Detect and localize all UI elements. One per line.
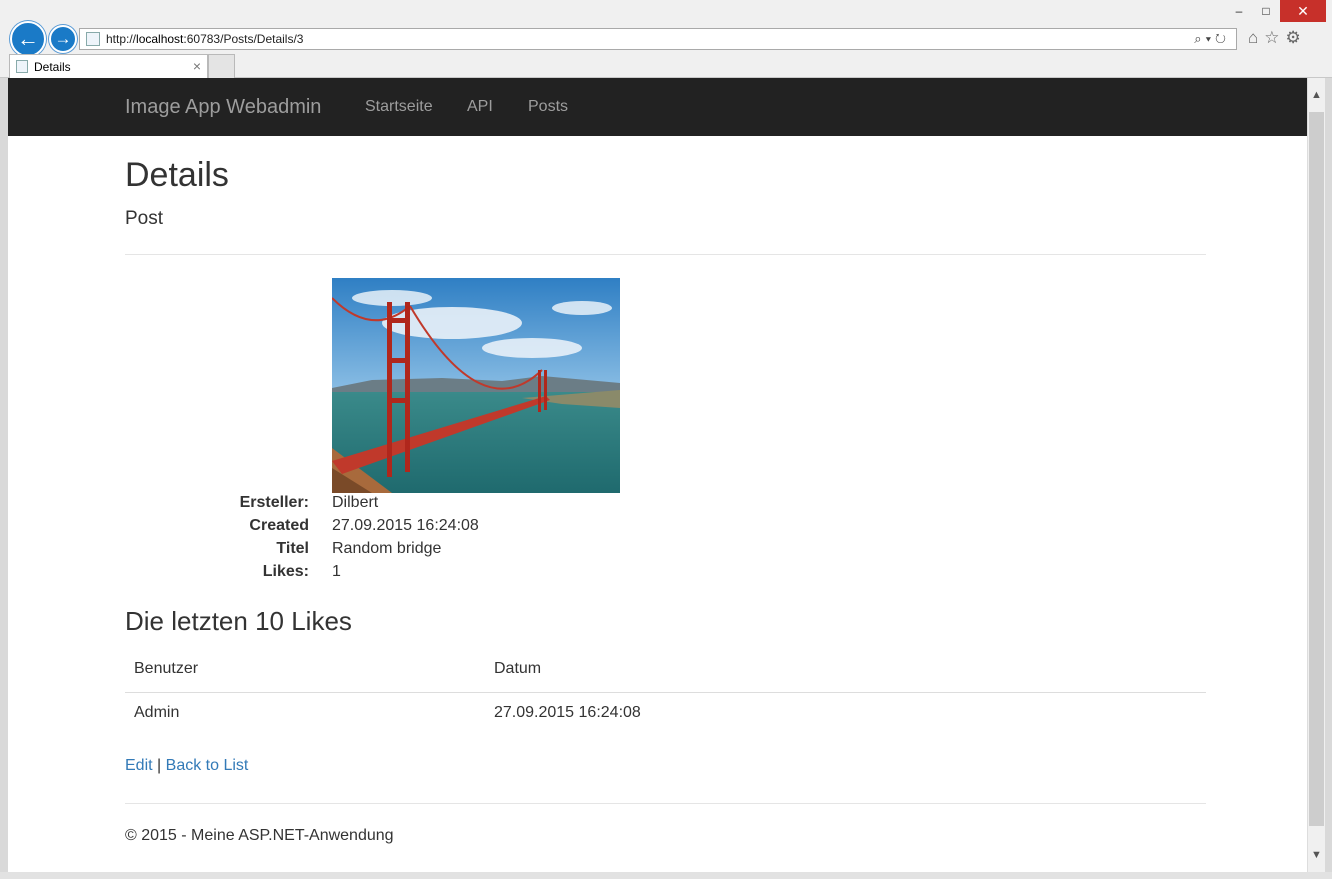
action-links: Edit | Back to List	[125, 757, 248, 775]
detail-value: 1	[332, 563, 341, 580]
close-window-button[interactable]: ✕	[1280, 0, 1326, 22]
column-header-benutzer: Benutzer	[134, 660, 199, 677]
search-refresh-icons[interactable]: ⌕▾↻	[1194, 31, 1230, 47]
browser-chrome: ‒ □ ✕ ← → http://localhost:60783/Posts/D…	[0, 0, 1332, 78]
detail-row-likes: Likes: 1	[125, 563, 825, 585]
page-viewport: Image App Webadmin Startseite API Posts …	[8, 78, 1307, 872]
url-text[interactable]: http://localhost:60783/Posts/Details/3	[106, 32, 303, 46]
back-button[interactable]: ←	[10, 21, 46, 57]
column-header-datum: Datum	[494, 660, 542, 677]
window-border	[0, 872, 1332, 879]
address-bar[interactable]: http://localhost:60783/Posts/Details/3 ⌕…	[79, 28, 1237, 50]
forward-arrow-icon: →	[54, 29, 72, 48]
scroll-up-icon[interactable]: ▲	[1308, 78, 1325, 112]
detail-row-ersteller: Ersteller: Dilbert	[125, 494, 825, 516]
table-header: Benutzer Datum	[125, 650, 1206, 693]
maximize-button[interactable]: □	[1252, 0, 1280, 22]
back-arrow-icon: ←	[17, 26, 39, 51]
detail-label: Ersteller:	[239, 494, 309, 511]
minimize-button[interactable]: ‒	[1226, 0, 1252, 22]
site-navbar: Image App Webadmin Startseite API Posts	[8, 78, 1307, 136]
divider	[125, 254, 1206, 255]
table-row: Admin 27.09.2015 16:24:08	[125, 693, 1206, 735]
detail-value: Dilbert	[332, 494, 379, 511]
brand-link[interactable]: Image App Webadmin	[125, 96, 321, 119]
nav-startseite[interactable]: Startseite	[365, 98, 433, 116]
back-to-list-link[interactable]: Back to List	[166, 757, 249, 774]
page-icon	[86, 32, 100, 46]
divider	[125, 803, 1206, 804]
url-host: localhost	[136, 32, 184, 46]
detail-value: 27.09.2015 16:24:08	[332, 517, 479, 534]
detail-row-titel: Titel Random bridge	[125, 540, 825, 562]
likes-table: Benutzer Datum Admin 27.09.2015 16:24:08	[125, 650, 1206, 735]
post-image	[332, 278, 620, 493]
edit-link[interactable]: Edit	[125, 757, 153, 774]
detail-value: Random bridge	[332, 540, 442, 557]
page-subtitle: Post	[125, 208, 164, 229]
scrollbar-thumb[interactable]	[1309, 112, 1324, 826]
new-tab-button[interactable]	[208, 54, 235, 78]
cell-benutzer: Admin	[134, 704, 180, 721]
link-separator: |	[157, 757, 162, 774]
tab-title: Details	[34, 59, 71, 74]
detail-label: Created	[249, 517, 309, 534]
close-tab-icon[interactable]: ×	[193, 58, 201, 74]
scroll-down-icon[interactable]: ▼	[1308, 838, 1325, 872]
likes-heading: Die letzten 10 Likes	[125, 606, 352, 636]
tab-details[interactable]: Details ×	[9, 54, 208, 78]
nav-api[interactable]: API	[467, 98, 493, 116]
url-prefix: http://	[106, 32, 137, 46]
cell-datum: 27.09.2015 16:24:08	[494, 704, 641, 721]
vertical-scrollbar[interactable]: ▲ ▼	[1307, 78, 1325, 872]
page-title: Details	[125, 156, 229, 194]
home-favorites-settings-icons[interactable]: ⌂☆⚙	[1248, 28, 1307, 48]
page-icon	[16, 60, 28, 73]
detail-label: Likes:	[262, 563, 309, 580]
url-rest: :60783/Posts/Details/3	[183, 32, 304, 46]
nav-posts[interactable]: Posts	[528, 98, 568, 116]
detail-row-created: Created 27.09.2015 16:24:08	[125, 517, 825, 539]
footer-text: © 2015 - Meine ASP.NET-Anwendung	[125, 827, 394, 844]
forward-button[interactable]: →	[49, 25, 77, 53]
detail-label: Titel	[276, 540, 309, 557]
